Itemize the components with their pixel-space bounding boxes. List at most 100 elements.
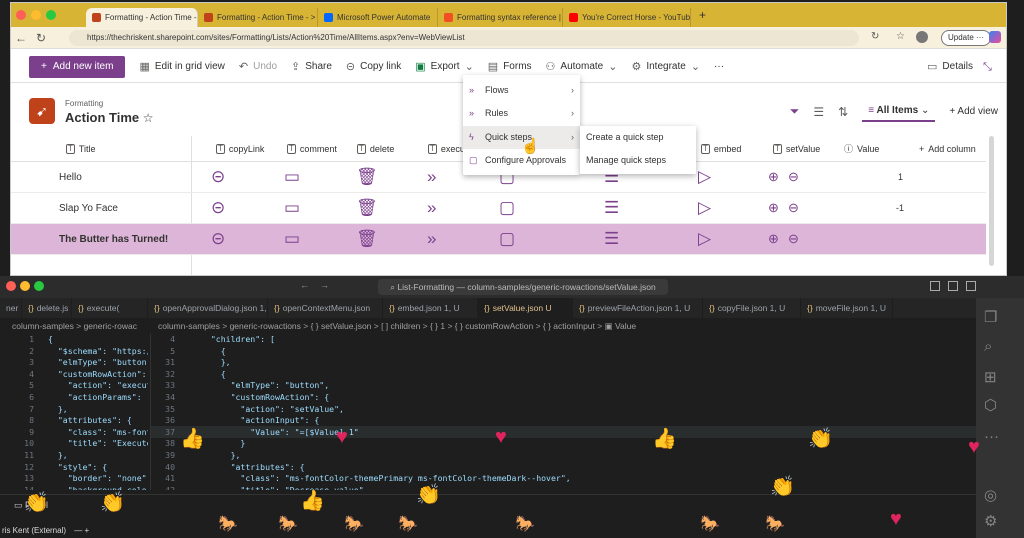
approval-icon[interactable]: ▢ — [499, 230, 515, 248]
code-line[interactable]: "actionParams": " — [48, 392, 148, 404]
editor-pane-right[interactable]: 4 5 31 32 33 34 35 36 37 38 39 40 41 42 "children": [… — [150, 334, 976, 490]
code-line[interactable]: "elmType": "button" — [48, 357, 148, 369]
favorite-star-icon[interactable]: ☆ — [143, 111, 154, 125]
increase-icon[interactable]: ⊕ — [768, 168, 779, 186]
increase-icon[interactable]: ⊕ — [768, 230, 779, 248]
code-line[interactable]: "class": "ms-font — [48, 427, 148, 439]
code-line[interactable]: }, — [48, 404, 148, 416]
plus-icon[interactable]: + — [85, 526, 90, 535]
editor-tab[interactable]: {} openContextMenu.json — [268, 298, 383, 318]
menu-item-rules[interactable]: » Rules › — [463, 102, 580, 125]
editor-tab[interactable]: {} setValue.json U — [478, 298, 573, 318]
row-title[interactable]: Slap Yo Face — [59, 193, 118, 224]
code-line[interactable]: { — [201, 346, 571, 358]
panel-bar[interactable]: ▭ Panel — [0, 494, 976, 514]
column-header-execute[interactable]: Texecut — [428, 136, 467, 162]
browser-tab[interactable]: Formatting - Action Time - > — [198, 7, 318, 27]
account-icon[interactable]: ◎ — [984, 486, 997, 504]
sort-icon[interactable]: ⇅ — [838, 105, 848, 119]
breadcrumb[interactable]: column-samples > generic-rowac — [12, 321, 137, 331]
view-selector[interactable]: ≡ All Items ⌄ — [862, 101, 936, 122]
menu-item-create-quick-step[interactable]: Create a quick step — [580, 126, 696, 149]
code-line[interactable]: "elmType": "button", — [201, 380, 571, 392]
code-line[interactable]: { — [48, 334, 148, 346]
add-new-item-button[interactable]: + Add new item — [29, 55, 126, 78]
more-commands-button[interactable]: ··· — [714, 61, 724, 72]
decrease-icon[interactable]: ⊖ — [788, 199, 799, 217]
add-column-button[interactable]: + Add column — [919, 136, 976, 162]
code-line[interactable]: "children": [ — [201, 334, 571, 346]
profile-avatar[interactable] — [916, 31, 928, 43]
menu-item-manage-quick-steps[interactable]: Manage quick steps — [580, 149, 696, 172]
minus-icon[interactable]: — — [74, 526, 82, 535]
comment-icon[interactable]: ▭ — [284, 168, 300, 186]
code-line[interactable]: "action": "execut — [48, 380, 148, 392]
copilot-icon[interactable] — [989, 31, 1001, 43]
code-text[interactable]: { "$schema": "https:/ "elmType": "button… — [48, 334, 148, 490]
table-row[interactable]: The Butter has Turned! ⊝ ▭ 🗑 » ▢ ☰ ▷ ⊕ ⊖ — [11, 224, 986, 255]
browser-tab[interactable]: You're Correct Horse - YouTube — [563, 7, 691, 27]
delete-icon[interactable]: 🗑 — [356, 230, 378, 248]
approval-icon[interactable]: ▢ — [499, 199, 515, 217]
copy-link-icon[interactable]: ⊝ — [211, 168, 225, 186]
comment-icon[interactable]: ▭ — [284, 199, 300, 217]
code-line[interactable]: "customRowAction": { — [201, 392, 571, 404]
editor-pane-left[interactable]: 1 2 3 4 5 6 7 8 9 10 11 12 13 14 { "$schema": "https:… — [0, 334, 148, 490]
copy-link-icon[interactable]: ⊝ — [211, 230, 225, 248]
code-line[interactable]: { — [201, 369, 571, 381]
increase-icon[interactable]: ⊕ — [768, 199, 779, 217]
column-header-copylink[interactable]: TcopyLink — [216, 136, 264, 162]
code-line[interactable]: "Value": "=[$Value] 1" — [201, 427, 571, 439]
breadcrumb[interactable]: column-samples > generic-rowactions > { … — [158, 321, 636, 332]
add-view-button[interactable]: + Add view — [949, 106, 998, 117]
decrease-icon[interactable]: ⊖ — [788, 168, 799, 186]
package-icon[interactable]: ⬡ — [984, 396, 997, 414]
code-line[interactable]: "$schema": "https:/ — [48, 346, 148, 358]
decrease-icon[interactable]: ⊖ — [788, 230, 799, 248]
editor-tab[interactable]: {} embed.json 1, U — [383, 298, 478, 318]
code-line[interactable]: "actionInput": { — [201, 415, 571, 427]
row-title[interactable]: The Butter has Turned! — [59, 224, 168, 255]
layout-icon[interactable] — [930, 281, 940, 291]
execute-flow-icon[interactable]: » — [427, 230, 436, 248]
execute-flow-icon[interactable]: » — [427, 168, 436, 186]
editor-tab[interactable]: {} execute( — [72, 298, 148, 318]
browser-tab[interactable]: Formatting syntax reference | N — [438, 7, 563, 27]
copy-link-icon[interactable]: ⊝ — [211, 199, 225, 217]
column-header-value[interactable]: ⓘ Value — [844, 136, 879, 162]
new-tab-button[interactable]: + — [699, 8, 706, 22]
execute-flow-icon[interactable]: » — [427, 199, 436, 217]
column-header-comment[interactable]: Tcomment — [287, 136, 337, 162]
row-title[interactable]: Hello — [59, 162, 82, 193]
column-header-setvalue[interactable]: TsetValue — [773, 136, 820, 162]
update-button[interactable]: Update ··· — [941, 30, 992, 46]
editor-tab[interactable]: {} copyFile.json 1, U — [703, 298, 801, 318]
reload-page-icon[interactable]: ↻ — [871, 31, 879, 42]
browser-tab[interactable]: Microsoft Power Automate — [318, 7, 438, 27]
code-line[interactable]: "class": "ms-fontColor-themePrimary ms-f… — [201, 473, 570, 485]
table-row[interactable]: Slap Yo Face ⊝ ▭ 🗑 » ▢ ☰ ▷ ⊕ ⊖ -1 — [11, 193, 986, 224]
sidebar-layout-icon[interactable] — [966, 281, 976, 291]
filter-icon[interactable]: ⏷ — [790, 104, 800, 119]
column-header-delete[interactable]: Tdelete — [357, 136, 394, 162]
file-preview-icon[interactable]: ☰ — [604, 199, 619, 217]
more-icon[interactable]: ··· — [984, 428, 999, 445]
grid-scrollbar[interactable] — [989, 136, 994, 266]
embed-icon[interactable]: ▷ — [698, 230, 711, 248]
table-row[interactable] — [11, 255, 986, 275]
reload-icon[interactable]: ↻ — [31, 31, 51, 45]
close-window-icon[interactable] — [16, 10, 26, 20]
code-line[interactable]: "customRowAction": { — [48, 369, 148, 381]
delete-icon[interactable]: 🗑 — [356, 168, 378, 186]
forms-button[interactable]: ▤ Forms — [488, 60, 532, 73]
column-header-title[interactable]: T Title — [66, 136, 96, 162]
file-preview-icon[interactable]: ☰ — [604, 230, 619, 248]
group-by-icon[interactable]: ☰ — [813, 105, 824, 119]
code-line[interactable]: "border": "none", — [48, 473, 148, 485]
code-line[interactable]: "attributes": { — [201, 462, 571, 474]
close-window-icon[interactable] — [6, 281, 16, 291]
back-icon[interactable]: ← — [11, 31, 31, 45]
zoom-window-icon[interactable] — [46, 10, 56, 20]
export-button[interactable]: ▣ Export ⌄ — [415, 60, 474, 73]
edit-grid-button[interactable]: ▦ Edit in grid view — [139, 60, 224, 73]
